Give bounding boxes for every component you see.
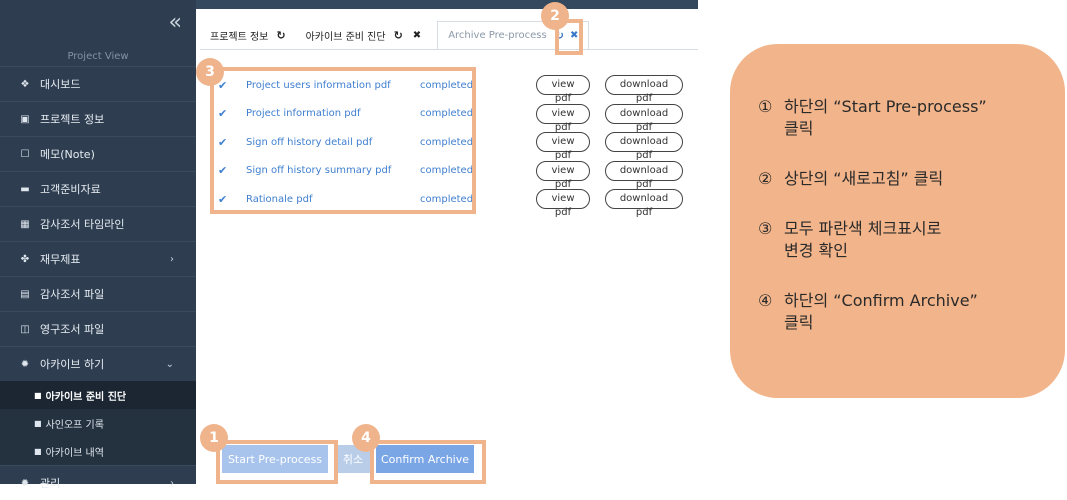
chevron-right-icon: › bbox=[170, 253, 174, 265]
gear-icon: ✹ bbox=[20, 358, 30, 370]
step-badge-2: 2 bbox=[541, 2, 569, 30]
file-list-highlight bbox=[210, 67, 476, 214]
cubes-icon: ✤ bbox=[20, 253, 30, 265]
sidebar-item-label: 감사조서 타임라인 bbox=[40, 218, 125, 231]
instruction-item: ② 상단의 “새로고침” 클릭 bbox=[758, 168, 1048, 190]
download-pdf-button[interactable]: download pdf bbox=[605, 160, 683, 190]
sidebar-item-label: 관리 bbox=[40, 477, 61, 490]
sidebar-subitem-label: 아카이브 준비 진단 bbox=[45, 391, 127, 403]
sidebar-item-admin[interactable]: ✹ 관리 › bbox=[0, 465, 196, 500]
action-row: view pdf download pdf bbox=[536, 189, 683, 218]
project-view-label: Project View bbox=[67, 51, 129, 62]
home-icon: ❖ bbox=[20, 78, 30, 90]
sidebar-nav: ❖ 대시보드 ▣ 프로젝트 정보 ☐ 메모(Note) ▬ 고객준비자료 ▦ 감사조서 타… bbox=[0, 66, 196, 500]
download-pdf-button[interactable]: download pdf bbox=[605, 75, 683, 104]
view-pdf-button[interactable]: view pdf bbox=[536, 75, 590, 104]
step-number: ④ bbox=[758, 291, 773, 310]
start-highlight bbox=[216, 440, 338, 484]
download-pdf-button[interactable]: download pdf bbox=[605, 189, 683, 218]
tab-label: 아카이브 준비 진단 bbox=[305, 31, 386, 43]
sidebar-subitem-label: 아카이브 내역 bbox=[45, 447, 104, 459]
sidebar-item-archive[interactable]: ✹ 아카이브 하기 ⌄ bbox=[0, 346, 196, 381]
sidebar-item-label: 아카이브 하기 bbox=[40, 358, 105, 371]
sidebar-item-label: 메모(Note) bbox=[40, 148, 95, 161]
sidebar: « Project View ❖ 대시보드 ▣ 프로젝트 정보 ☐ 메모(Note) … bbox=[0, 0, 196, 490]
step-number: ③ bbox=[758, 219, 773, 238]
refresh-icon[interactable]: ↻ bbox=[276, 29, 285, 42]
sidebar-subitem-label: 사인오프 기록 bbox=[45, 419, 104, 431]
sidebar-item-project-info[interactable]: ▣ 프로젝트 정보 bbox=[0, 101, 196, 136]
tab-label: 프로젝트 정보 bbox=[210, 31, 269, 43]
top-bar bbox=[196, 0, 698, 9]
view-pdf-button[interactable]: view pdf bbox=[536, 103, 590, 133]
view-pdf-button[interactable]: view pdf bbox=[536, 160, 590, 190]
info-icon: ▣ bbox=[20, 113, 30, 125]
instruction-list: ① 하단의 “Start Pre-process” 클릭 ② 상단의 “새로고침” … bbox=[758, 96, 1048, 362]
refresh-icon[interactable]: ↻ bbox=[394, 29, 403, 42]
card-icon: ▬ bbox=[20, 183, 30, 195]
step-number: ① bbox=[758, 97, 773, 116]
close-icon[interactable]: ✖ bbox=[413, 30, 421, 41]
sidebar-item-label: 영구조서 파일 bbox=[40, 323, 105, 336]
step-number: ② bbox=[758, 169, 773, 188]
sidebar-subitem-signoff-log[interactable]: ■ 사인오프 기록 bbox=[0, 409, 196, 437]
copy-icon: ◫ bbox=[20, 323, 30, 335]
sidebar-item-label: 고객준비자료 bbox=[40, 183, 101, 196]
confirm-highlight bbox=[370, 440, 486, 484]
chevron-right-icon: › bbox=[170, 477, 174, 489]
sidebar-item-label: 감사조서 파일 bbox=[40, 288, 105, 301]
action-row: view pdf download pdf bbox=[536, 160, 683, 190]
square-icon: ■ bbox=[34, 446, 42, 456]
sidebar-item-dashboard[interactable]: ❖ 대시보드 bbox=[0, 66, 196, 101]
sidebar-item-label: 대시보드 bbox=[40, 78, 81, 91]
sidebar-header: « bbox=[0, 0, 196, 44]
sidebar-item-client-materials[interactable]: ▬ 고객준비자료 bbox=[0, 171, 196, 206]
sidebar-item-label: 프로젝트 정보 bbox=[40, 113, 105, 126]
square-icon: ■ bbox=[34, 418, 42, 428]
download-pdf-button[interactable]: download pdf bbox=[605, 103, 683, 133]
sidebar-item-financial-statements[interactable]: ✤ 재무제표 › bbox=[0, 241, 196, 276]
action-row: view pdf download pdf bbox=[536, 75, 683, 104]
chevron-down-icon: ⌄ bbox=[165, 358, 174, 370]
instruction-text: 하단의 “Start Pre-process” 클릭 bbox=[784, 97, 987, 138]
file-icon: ▤ bbox=[20, 288, 30, 300]
file-actions: view pdf download pdf view pdf download pd… bbox=[536, 75, 683, 218]
sidebar-item-audit-files[interactable]: ▤ 감사조서 파일 bbox=[0, 276, 196, 311]
instruction-item: ① 하단의 “Start Pre-process” 클릭 bbox=[758, 96, 1048, 140]
action-row: view pdf download pdf bbox=[536, 103, 683, 133]
view-pdf-button[interactable]: view pdf bbox=[536, 132, 590, 161]
sidebar-item-label: 재무제표 bbox=[40, 253, 81, 266]
step-badge-4: 4 bbox=[352, 424, 380, 452]
tab-divider bbox=[200, 49, 698, 50]
instruction-text: 하단의 “Confirm Archive” 클릭 bbox=[784, 291, 978, 332]
sidebar-subitem-archive-history[interactable]: ■ 아카이브 내역 bbox=[0, 437, 196, 465]
download-pdf-button[interactable]: download pdf bbox=[605, 132, 683, 161]
sidebar-item-memo[interactable]: ☐ 메모(Note) bbox=[0, 136, 196, 171]
square-icon: ■ bbox=[34, 390, 42, 400]
instruction-item: ③ 모두 파란색 체크표시로 변경 확인 bbox=[758, 218, 1048, 262]
step-badge-3: 3 bbox=[196, 58, 224, 86]
action-row: view pdf download pdf bbox=[536, 132, 683, 161]
sidebar-item-permanent-files[interactable]: ◫ 영구조서 파일 bbox=[0, 311, 196, 346]
note-icon: ☐ bbox=[20, 148, 30, 160]
tab-project-info[interactable]: 프로젝트 정보 ↻ bbox=[200, 20, 296, 50]
calendar-icon: ▦ bbox=[20, 218, 30, 230]
tab-label: Archive Pre-process bbox=[448, 30, 547, 41]
tab-archive-diagnosis[interactable]: 아카이브 준비 진단 ↻ ✖ bbox=[296, 20, 432, 50]
sidebar-subitem-archive-diagnosis[interactable]: ■ 아카이브 준비 진단 bbox=[0, 381, 196, 409]
instruction-item: ④ 하단의 “Confirm Archive” 클릭 bbox=[758, 290, 1048, 334]
collapse-sidebar-icon[interactable]: « bbox=[169, 10, 182, 35]
view-pdf-button[interactable]: view pdf bbox=[536, 189, 590, 218]
instruction-text: 모두 파란색 체크표시로 변경 확인 bbox=[784, 219, 942, 260]
instruction-text: 상단의 “새로고침” 클릭 bbox=[784, 169, 944, 188]
sidebar-item-timeline[interactable]: ▦ 감사조서 타임라인 bbox=[0, 206, 196, 241]
tab-bar: 프로젝트 정보 ↻ 아카이브 준비 진단 ↻ ✖ Archive Pre-pro… bbox=[200, 20, 590, 50]
step-badge-1: 1 bbox=[200, 424, 228, 452]
gear-icon: ✹ bbox=[20, 477, 30, 489]
